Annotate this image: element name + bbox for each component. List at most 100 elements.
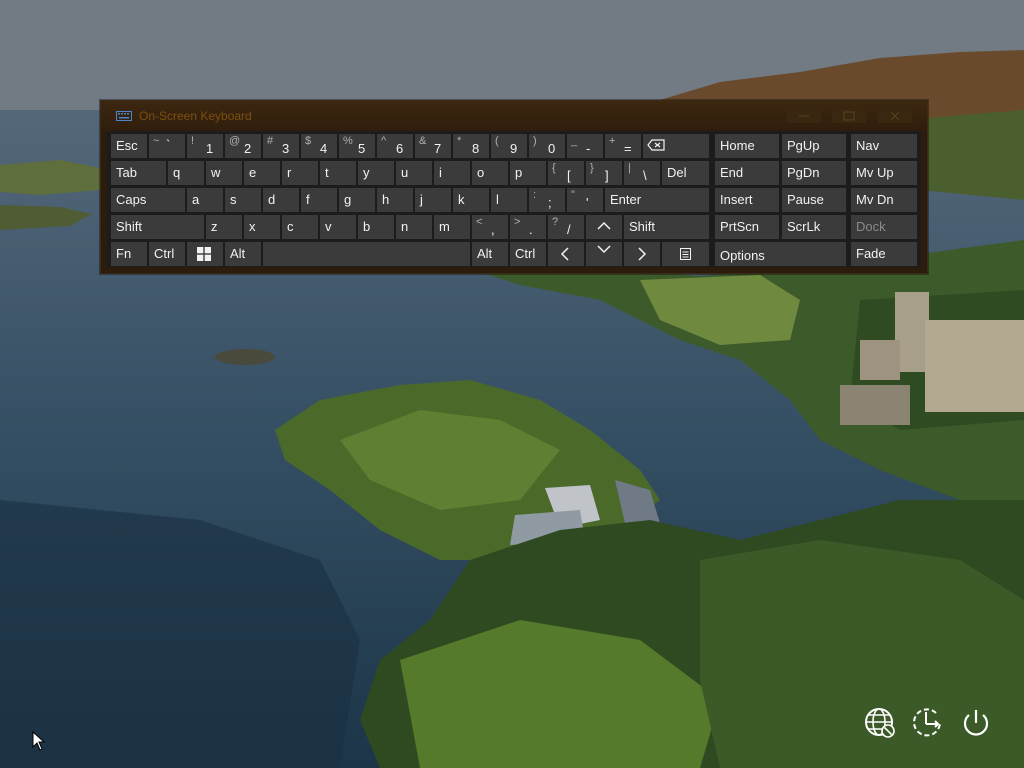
network-button[interactable] (863, 706, 897, 740)
key-tab[interactable]: Tab (111, 161, 166, 185)
key-pgup[interactable]: PgUp (782, 134, 846, 158)
key-6[interactable]: ^ 6 (377, 134, 413, 158)
key-down-arrow[interactable] (586, 242, 622, 266)
key-i[interactable]: i (434, 161, 470, 185)
key-z[interactable]: z (206, 215, 242, 239)
key-right-bracket[interactable]: }] (586, 161, 622, 185)
key-h[interactable]: h (377, 188, 413, 212)
maximize-icon[interactable] (832, 109, 866, 123)
key-right-alt[interactable]: Alt (472, 242, 508, 266)
key-scrlk[interactable]: ScrLk (782, 215, 846, 239)
key-p[interactable]: p (510, 161, 546, 185)
key-r[interactable]: r (282, 161, 318, 185)
key-label: . (529, 222, 533, 237)
key-comma[interactable]: <, (472, 215, 508, 239)
key-mv-up[interactable]: Mv Up (851, 161, 917, 185)
key-f[interactable]: f (301, 188, 337, 212)
key-u[interactable]: u (396, 161, 432, 185)
key-label: Options (720, 248, 765, 263)
key-up-arrow[interactable] (586, 215, 622, 239)
key-a[interactable]: a (187, 188, 223, 212)
key-menu[interactable] (662, 242, 709, 266)
key-caps[interactable]: Caps (111, 188, 185, 212)
on-screen-keyboard-window[interactable]: On-Screen Keyboard Esc ~` !1 @2 #3 $4 (100, 100, 928, 274)
ease-of-access-icon (913, 708, 941, 737)
key-3[interactable]: #3 (263, 134, 299, 158)
power-button[interactable] (959, 706, 993, 740)
key-y[interactable]: y (358, 161, 394, 185)
key-minus[interactable]: _ - (567, 134, 603, 158)
key-d[interactable]: d (263, 188, 299, 212)
key-shift-label: + (609, 135, 616, 147)
key-label: c (287, 219, 294, 234)
minimize-icon[interactable] (787, 109, 821, 123)
key-b[interactable]: b (358, 215, 394, 239)
key-left-alt[interactable]: Alt (225, 242, 261, 266)
key-w[interactable]: w (206, 161, 242, 185)
key-label: s (230, 192, 237, 207)
key-label: Enter (610, 192, 642, 207)
key-n[interactable]: n (396, 215, 432, 239)
key-esc[interactable]: Esc (111, 134, 147, 158)
key-fade[interactable]: Fade (851, 242, 917, 266)
accessibility-button[interactable] (911, 706, 945, 740)
key-pgdn[interactable]: PgDn (782, 161, 846, 185)
key-x[interactable]: x (244, 215, 280, 239)
key-space[interactable] (263, 242, 470, 266)
key-del[interactable]: Del (662, 161, 709, 185)
key-slash[interactable]: ? / (548, 215, 584, 239)
key-0[interactable]: ) 0 (529, 134, 565, 158)
key-c[interactable]: c (282, 215, 318, 239)
key-insert[interactable]: Insert (715, 188, 779, 212)
key-j[interactable]: j (415, 188, 451, 212)
key-q[interactable]: q (168, 161, 204, 185)
key-dock[interactable]: Dock (851, 215, 917, 239)
close-icon[interactable] (878, 109, 912, 123)
key-period[interactable]: >. (510, 215, 546, 239)
key-8[interactable]: * 8 (453, 134, 489, 158)
key-pause[interactable]: Pause (782, 188, 846, 212)
key-windows[interactable] (187, 242, 223, 266)
key-1[interactable]: ! 1 (187, 134, 223, 158)
key-semicolon[interactable]: :; (529, 188, 565, 212)
key-g[interactable]: g (339, 188, 375, 212)
key-backspace[interactable] (643, 134, 709, 158)
key-mv-dn[interactable]: Mv Dn (851, 188, 917, 212)
key-7[interactable]: & 7 (415, 134, 451, 158)
key-label: Dock (856, 219, 886, 234)
key-right-shift[interactable]: Shift (624, 215, 709, 239)
key-fn[interactable]: Fn (111, 242, 147, 266)
key-l[interactable]: l (491, 188, 527, 212)
key-e[interactable]: e (244, 161, 280, 185)
key-4[interactable]: $4 (301, 134, 337, 158)
key-v[interactable]: v (320, 215, 356, 239)
key-k[interactable]: k (453, 188, 489, 212)
osk-titlebar[interactable]: On-Screen Keyboard (101, 101, 927, 131)
key-t[interactable]: t (320, 161, 356, 185)
key-s[interactable]: s (225, 188, 261, 212)
key-options[interactable]: Options (715, 242, 846, 266)
key-left-bracket[interactable]: {[ (548, 161, 584, 185)
key-right-arrow[interactable] (624, 242, 660, 266)
key-shift-label: { (552, 162, 556, 174)
key-end[interactable]: End (715, 161, 779, 185)
key-right-ctrl[interactable]: Ctrl (510, 242, 546, 266)
key-prtscn[interactable]: PrtScn (715, 215, 779, 239)
key-equals[interactable]: + = (605, 134, 641, 158)
key-left-ctrl[interactable]: Ctrl (149, 242, 185, 266)
key-m[interactable]: m (434, 215, 470, 239)
key-quote[interactable]: " ' (567, 188, 603, 212)
key-2[interactable]: @2 (225, 134, 261, 158)
key-left-shift[interactable]: Shift (111, 215, 204, 239)
key-o[interactable]: o (472, 161, 508, 185)
key-home[interactable]: Home (715, 134, 779, 158)
key-shift-label: } (590, 162, 594, 174)
key-tilde[interactable]: ~ ` (149, 134, 185, 158)
key-nav[interactable]: Nav (851, 134, 917, 158)
key-label: o (477, 165, 485, 180)
key-enter[interactable]: Enter (605, 188, 709, 212)
key-9[interactable]: (9 (491, 134, 527, 158)
key-left-arrow[interactable] (548, 242, 584, 266)
key-backslash[interactable]: | \ (624, 161, 660, 185)
key-5[interactable]: % 5 (339, 134, 375, 158)
